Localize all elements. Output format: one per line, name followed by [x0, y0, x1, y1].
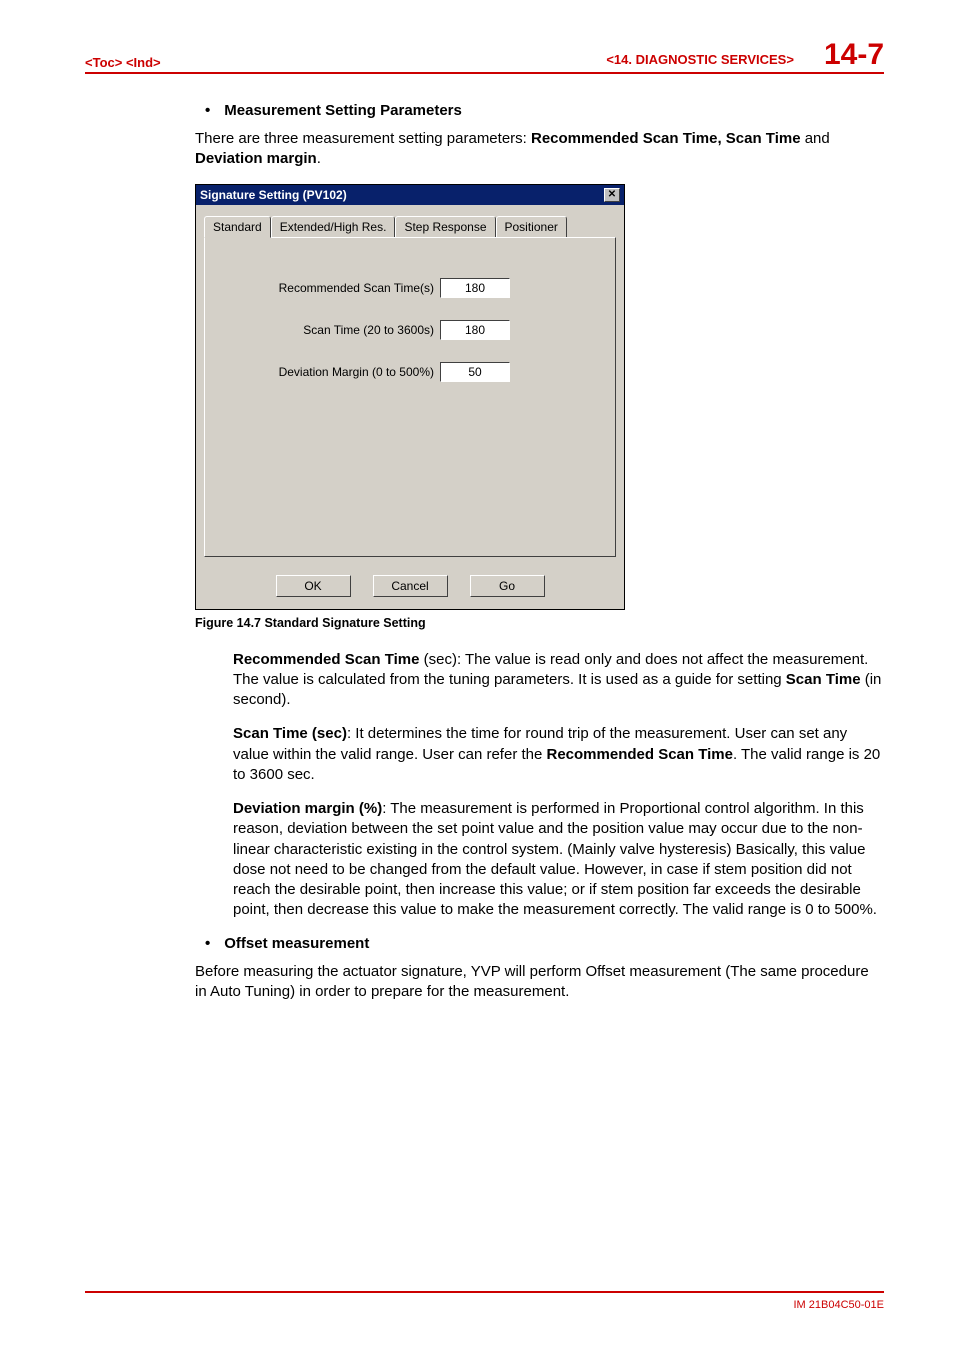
tab-panel: Recommended Scan Time(s) 180 Scan Time (… — [204, 237, 616, 557]
field-scan-time: Scan Time (20 to 3600s) 180 — [215, 320, 595, 340]
dialog-title-text: Signature Setting (PV102) — [200, 188, 347, 202]
ok-button[interactable]: OK — [276, 575, 351, 597]
intro-paragraph: There are three measurement setting para… — [195, 129, 884, 170]
text-bold: Recommended Scan Time — [233, 651, 419, 668]
go-button[interactable]: Go — [470, 575, 545, 597]
toc-link[interactable]: <Toc> — [85, 55, 122, 70]
text-bold: Recommended Scan Time, Scan Time — [531, 130, 801, 147]
deviation-margin-input[interactable]: 50 — [440, 362, 510, 382]
text: and — [801, 130, 830, 147]
text: : The measurement is performed in Propor… — [233, 800, 877, 918]
bullet-label: Offset measurement — [224, 935, 369, 952]
text-bold: Recommended Scan Time — [547, 746, 733, 763]
field-deviation-margin: Deviation Margin (0 to 500%) 50 — [215, 362, 595, 382]
bullet-offset-measurement: • Offset measurement — [195, 935, 884, 952]
page-number: 14-7 — [824, 40, 884, 70]
bullet-dot-icon: • — [205, 935, 210, 952]
paragraph-deviation-margin: Deviation margin (%): The measurement is… — [195, 799, 884, 921]
tab-step-response[interactable]: Step Response — [395, 216, 495, 238]
text: There are three measurement setting para… — [195, 130, 531, 147]
doc-id: IM 21B04C50-01E — [794, 1299, 885, 1311]
recommended-scan-time-input[interactable]: 180 — [440, 278, 510, 298]
tab-positioner[interactable]: Positioner — [496, 216, 567, 238]
paragraph-recommended-scan-time: Recommended Scan Time (sec): The value i… — [195, 650, 884, 711]
field-label: Scan Time (20 to 3600s) — [303, 323, 434, 337]
text: . — [317, 150, 321, 167]
scan-time-input[interactable]: 180 — [440, 320, 510, 340]
tab-extended[interactable]: Extended/High Res. — [271, 216, 396, 238]
dialog-tabs: Standard Extended/High Res. Step Respons… — [204, 215, 616, 237]
tab-standard[interactable]: Standard — [204, 216, 271, 238]
dialog-titlebar: Signature Setting (PV102) ✕ — [196, 185, 624, 205]
text-bold: Scan Time (sec) — [233, 725, 347, 742]
section-title: <14. DIAGNOSTIC SERVICES> — [606, 52, 794, 67]
text-bold: Scan Time — [786, 671, 861, 688]
field-recommended-scan-time: Recommended Scan Time(s) 180 — [215, 278, 595, 298]
figure-caption: Figure 14.7 Standard Signature Setting — [195, 616, 884, 630]
close-button[interactable]: ✕ — [604, 188, 620, 202]
ind-link[interactable]: <Ind> — [126, 55, 161, 70]
page-header: <Toc> <Ind> <14. DIAGNOSTIC SERVICES> 14… — [85, 40, 884, 74]
field-label: Recommended Scan Time(s) — [279, 281, 434, 295]
text-bold: Deviation margin — [195, 150, 317, 167]
page-footer: IM 21B04C50-01E — [85, 1291, 884, 1311]
bullet-label: Measurement Setting Parameters — [224, 102, 462, 119]
paragraph-scan-time: Scan Time (sec): It determines the time … — [195, 724, 884, 785]
cancel-button[interactable]: Cancel — [373, 575, 448, 597]
bullet-dot-icon: • — [205, 102, 210, 119]
text-bold: Deviation margin (%) — [233, 800, 382, 817]
signature-setting-dialog: Signature Setting (PV102) ✕ Standard Ext… — [195, 184, 625, 610]
dialog-buttons: OK Cancel Go — [204, 575, 616, 597]
bullet-measurement-setting: • Measurement Setting Parameters — [195, 102, 884, 119]
field-label: Deviation Margin (0 to 500%) — [279, 365, 434, 379]
paragraph-offset-measurement: Before measuring the actuator signature,… — [195, 962, 884, 1003]
close-icon: ✕ — [608, 190, 616, 200]
